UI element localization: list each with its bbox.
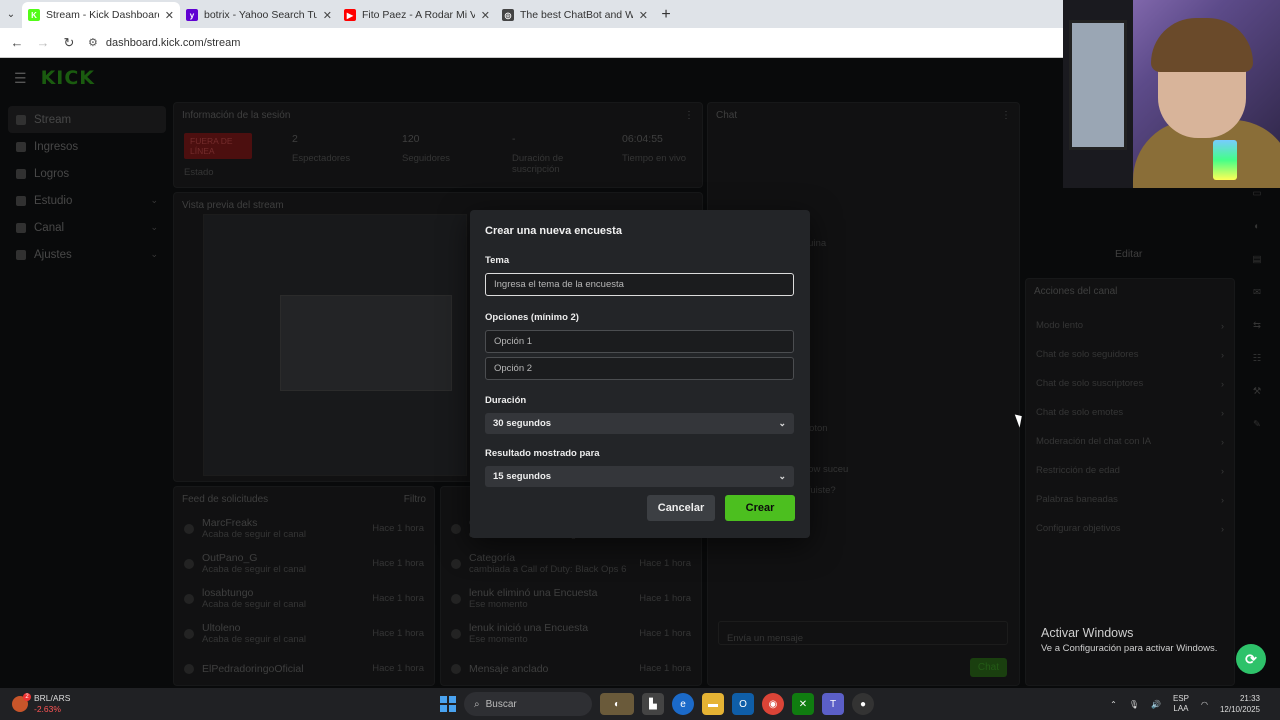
- dialog-title: Crear una nueva encuesta: [485, 225, 622, 237]
- tab-favicon-icon: ▶: [344, 9, 356, 21]
- webcam-person-hair: [1151, 18, 1253, 72]
- weather-widget-icon: 2: [12, 693, 31, 712]
- tab-close-icon[interactable]: ✕: [323, 9, 332, 22]
- tab-search-chevron-icon[interactable]: ⌄: [0, 0, 22, 28]
- clock-time: 21:33: [1239, 694, 1260, 703]
- create-poll-dialog: Crear una nueva encuesta Tema Opciones (…: [470, 210, 810, 538]
- widget-game-icon[interactable]: ◐: [600, 693, 634, 715]
- tab-favicon-icon: y: [186, 9, 198, 21]
- start-icon[interactable]: [440, 696, 456, 712]
- tab-list: K Stream - Kick Dashboard ✕ y botrix - Yahoo…: [22, 2, 654, 28]
- result-duration-label: Resultado mostrado para: [485, 448, 600, 459]
- browser-tab[interactable]: K Stream - Kick Dashboard ✕: [22, 2, 180, 28]
- ticker-change: -2.63%: [34, 704, 61, 714]
- taskbar-search[interactable]: ⌕ Buscar: [464, 692, 592, 716]
- clock[interactable]: 21:33 12/10/2025: [1220, 693, 1260, 715]
- webcam-overlay: [1063, 0, 1280, 188]
- tab-title: Stream - Kick Dashboard: [46, 9, 159, 21]
- duration-select[interactable]: 30 segundos ⌄: [485, 413, 794, 434]
- new-tab-button[interactable]: +: [654, 2, 678, 28]
- back-button[interactable]: ←: [6, 32, 28, 54]
- obs-icon[interactable]: ●: [852, 693, 874, 715]
- teams-icon[interactable]: T: [822, 693, 844, 715]
- cancel-button[interactable]: Cancelar: [647, 495, 715, 521]
- language-indicator[interactable]: ESP LAA: [1173, 694, 1189, 714]
- terminal-icon[interactable]: ▙: [642, 693, 664, 715]
- tab-close-icon[interactable]: ✕: [639, 9, 648, 22]
- activate-windows-subtitle: Ve a Configuración para activar Windows.: [1041, 643, 1218, 654]
- outlook-icon[interactable]: O: [732, 693, 754, 715]
- tab-favicon-icon: K: [28, 9, 40, 21]
- tray-overflow-icon[interactable]: ⌃: [1110, 700, 1117, 709]
- browser-tab[interactable]: ▶ Fito Paez - A Rodar Mi Vida (En ✕: [338, 2, 496, 28]
- url-text: dashboard.kick.com/stream: [105, 36, 241, 49]
- tab-close-icon[interactable]: ✕: [481, 9, 490, 22]
- volume-icon[interactable]: 🔊: [1151, 700, 1161, 709]
- option-2-input[interactable]: [485, 357, 794, 380]
- reload-button[interactable]: ↻: [58, 32, 80, 54]
- option-1-input[interactable]: [485, 330, 794, 353]
- site-info-icon[interactable]: ⚙: [88, 36, 98, 49]
- chevron-down-icon: ⌄: [778, 471, 786, 481]
- result-duration-value: 15 segundos: [493, 471, 552, 482]
- duration-label: Duración: [485, 395, 527, 406]
- address-toolbar: ← → ↻ ⚙ dashboard.kick.com/stream: [0, 28, 1063, 58]
- tab-title: The best ChatBot and Widgets: [520, 9, 633, 21]
- topic-label: Tema: [485, 255, 510, 266]
- xbox-icon[interactable]: ✕: [792, 693, 814, 715]
- ticker-widget[interactable]: 2 BRL/ARS -2.63%: [12, 693, 70, 715]
- chevron-down-icon: ⌄: [778, 418, 786, 428]
- wifi-icon[interactable]: ◠: [1201, 700, 1208, 709]
- tab-close-icon[interactable]: ✕: [165, 9, 174, 22]
- webcam-window: [1069, 20, 1127, 150]
- browser-tab[interactable]: ◎ The best ChatBot and Widgets ✕: [496, 2, 654, 28]
- url-bar[interactable]: ⚙ dashboard.kick.com/stream: [88, 36, 241, 50]
- create-button[interactable]: Crear: [725, 495, 795, 521]
- result-duration-select[interactable]: 15 segundos ⌄: [485, 466, 794, 487]
- system-tray: ⌃ 🎙 🔊 ESP LAA ◠ 21:33 12/10/2025: [1110, 693, 1260, 715]
- search-icon: ⌕: [474, 698, 480, 710]
- mic-icon[interactable]: 🎙: [1129, 700, 1139, 709]
- dialog-actions: Cancelar Crear: [647, 495, 795, 521]
- activate-windows-watermark: Activar Windows Ve a Configuración para …: [1041, 626, 1217, 654]
- browser-tab[interactable]: y botrix - Yahoo Search Tus resul ✕: [180, 2, 338, 28]
- options-label: Opciones (mínimo 2): [485, 312, 579, 323]
- windows-taskbar: 2 BRL/ARS -2.63% ⌕ Buscar ◐ ▙ e ▬ O ◉ ✕ …: [0, 688, 1280, 720]
- edge-icon[interactable]: e: [672, 693, 694, 715]
- forward-button[interactable]: →: [32, 32, 54, 54]
- taskbar-search-placeholder: Buscar: [485, 698, 517, 710]
- ticker-symbol: BRL/ARS: [34, 693, 71, 703]
- layout-code: LAA: [1173, 704, 1189, 713]
- webcam-rgb-light: [1213, 140, 1237, 180]
- chrome-icon[interactable]: ◉: [762, 693, 784, 715]
- tab-title: botrix - Yahoo Search Tus resul: [204, 9, 317, 21]
- activate-windows-title: Activar Windows: [1041, 626, 1134, 640]
- taskbar-apps: ⌕ Buscar ◐ ▙ e ▬ O ◉ ✕ T ●: [440, 692, 874, 716]
- browser-tab-strip: ⌄ K Stream - Kick Dashboard ✕ y botrix - Yah…: [0, 0, 1063, 28]
- clock-date: 12/10/2025: [1219, 705, 1260, 714]
- file-explorer-icon[interactable]: ▬: [702, 693, 724, 715]
- tab-favicon-icon: ◎: [502, 9, 514, 21]
- language-code: ESP: [1172, 694, 1189, 703]
- duration-value: 30 segundos: [493, 418, 552, 429]
- topic-input[interactable]: [485, 273, 794, 296]
- tab-title: Fito Paez - A Rodar Mi Vida (En: [362, 9, 475, 21]
- support-chat-icon[interactable]: ⟳: [1236, 644, 1266, 674]
